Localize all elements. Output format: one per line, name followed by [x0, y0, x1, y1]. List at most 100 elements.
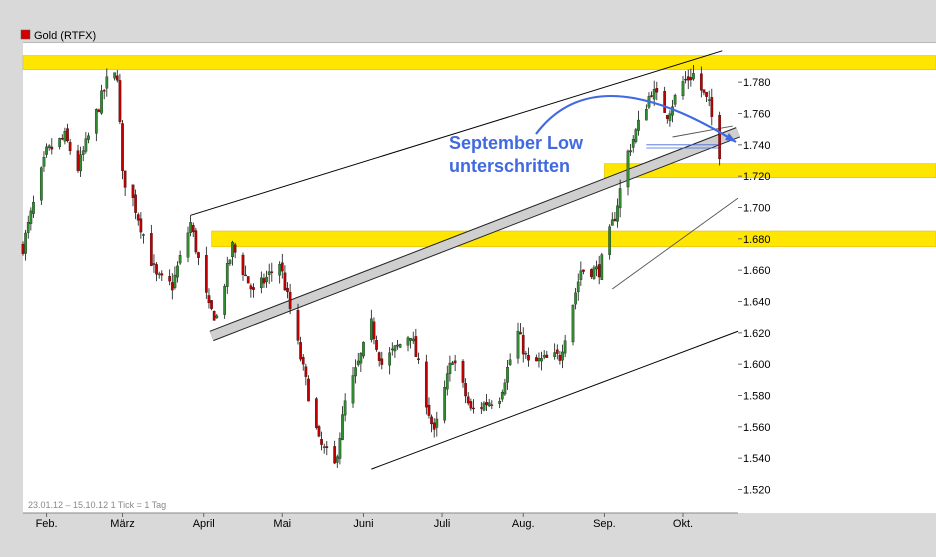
- chart-container: Gold (RTFX) September Low unterschritten…: [0, 0, 936, 552]
- candle-body-49: [197, 252, 200, 258]
- candle-body-172: [650, 95, 653, 97]
- candle-body-143: [542, 355, 546, 358]
- candle-body-120: [461, 360, 465, 383]
- candle-body-180: [681, 81, 685, 97]
- candle-body-181: [684, 78, 687, 81]
- candle-body-88: [341, 414, 344, 440]
- candle-body-20: [94, 109, 98, 134]
- candle-body-27: [118, 80, 122, 122]
- candle-body-34: [142, 234, 145, 236]
- candle-body-161: [610, 219, 614, 226]
- candle-body-139: [527, 355, 530, 361]
- candle-body-77: [301, 357, 305, 365]
- candle-body-71: [280, 262, 284, 272]
- x-tick-label-0: Feb.: [36, 518, 58, 530]
- candle-body-78: [304, 366, 308, 377]
- candle-body-174: [655, 88, 659, 93]
- candle-body-70: [278, 264, 282, 276]
- candle-body-39: [160, 273, 164, 276]
- candle-body-89: [343, 400, 347, 416]
- candle-body-111: [427, 404, 431, 416]
- candle-body-64: [252, 287, 255, 290]
- candle-body-189: [710, 97, 714, 117]
- candle-body-156: [592, 267, 596, 279]
- x-tick-label-3: Mai: [273, 518, 291, 530]
- candle-body-72: [283, 272, 287, 291]
- candle-body-32: [136, 214, 140, 221]
- candle-body-24: [105, 76, 109, 89]
- candle-body-51: [207, 295, 211, 304]
- candle-body-31: [134, 194, 137, 213]
- candle-body-102: [393, 345, 397, 352]
- candle-body-132: [503, 382, 507, 395]
- candle-body-127: [485, 402, 488, 406]
- candle-body-43: [176, 265, 179, 278]
- candle-body-136: [519, 332, 522, 335]
- candle-body-42: [173, 274, 177, 288]
- candle-body-65: [259, 277, 263, 289]
- candle-body-122: [466, 396, 470, 404]
- x-tick-label-2: April: [193, 518, 215, 530]
- candle-body-163: [616, 205, 619, 222]
- candle-body-142: [540, 358, 543, 362]
- candle-body-22: [100, 90, 103, 114]
- y-tick-label-9: 1.700: [743, 203, 771, 215]
- candle-body-48: [194, 230, 198, 253]
- candle-body-166: [629, 150, 632, 153]
- candle-body-68: [267, 271, 271, 275]
- candle-body-152: [576, 281, 580, 293]
- candle-body-47: [191, 225, 195, 233]
- candle-body-13: [66, 128, 69, 142]
- candle-body-19: [87, 135, 90, 140]
- candle-body-17: [81, 150, 85, 155]
- candle-body-135: [516, 330, 520, 359]
- candle-body-140: [534, 357, 538, 362]
- candle-body-5: [39, 167, 43, 201]
- date-range-note: 23.01.12 – 15.10.12 1 Tick = 1 Tag: [28, 500, 166, 510]
- candle-body-52: [210, 300, 213, 309]
- candle-body-40: [168, 276, 172, 282]
- candle-body-59: [233, 244, 237, 253]
- candle-body-93: [359, 353, 363, 364]
- candle-body-4: [32, 201, 35, 214]
- y-tick-label-8: 1.680: [743, 234, 771, 246]
- candle-body-56: [225, 263, 229, 287]
- candle-body-173: [652, 89, 656, 100]
- candle-body-146: [555, 349, 559, 354]
- candle-body-104: [398, 344, 402, 348]
- candle-body-119: [453, 360, 457, 364]
- candle-body-138: [524, 353, 528, 355]
- candle-body-8: [47, 145, 51, 149]
- candle-body-113: [432, 422, 436, 430]
- candle-body-66: [262, 278, 266, 284]
- plot-top-border: [23, 42, 936, 43]
- candle-body-186: [702, 89, 706, 93]
- candle-body-11: [60, 138, 64, 140]
- candle-body-170: [644, 109, 648, 121]
- y-tick-label-4: 1.600: [743, 359, 771, 371]
- candle-body-159: [600, 254, 604, 280]
- candle-body-83: [322, 446, 326, 448]
- candle-body-90: [351, 375, 355, 404]
- candle-body-183: [689, 77, 693, 81]
- candle-body-106: [409, 337, 412, 341]
- candle-body-164: [618, 188, 622, 209]
- y-tick-label-11: 1.740: [743, 140, 771, 152]
- candle-body-188: [707, 99, 711, 101]
- candle-body-153: [579, 270, 583, 280]
- candle-body-50: [204, 255, 208, 293]
- candle-body-14: [68, 142, 72, 152]
- candle-body-6: [42, 156, 46, 167]
- candle-body-107: [411, 338, 415, 342]
- candle-body-55: [223, 285, 227, 315]
- x-axis: Feb. März April Mai Juni Juli Aug. Sep. Okt.: [23, 512, 738, 530]
- x-tick-label-1: März: [110, 518, 134, 530]
- candle-body-179: [673, 95, 677, 105]
- candle-body-148: [561, 351, 564, 361]
- instrument-title: Gold (RTFX): [34, 30, 96, 42]
- candle-body-86: [335, 456, 339, 463]
- candle-body-123: [469, 401, 473, 409]
- candle-body-115: [443, 387, 447, 421]
- candle-body-121: [464, 383, 467, 397]
- candle-body-150: [571, 304, 575, 343]
